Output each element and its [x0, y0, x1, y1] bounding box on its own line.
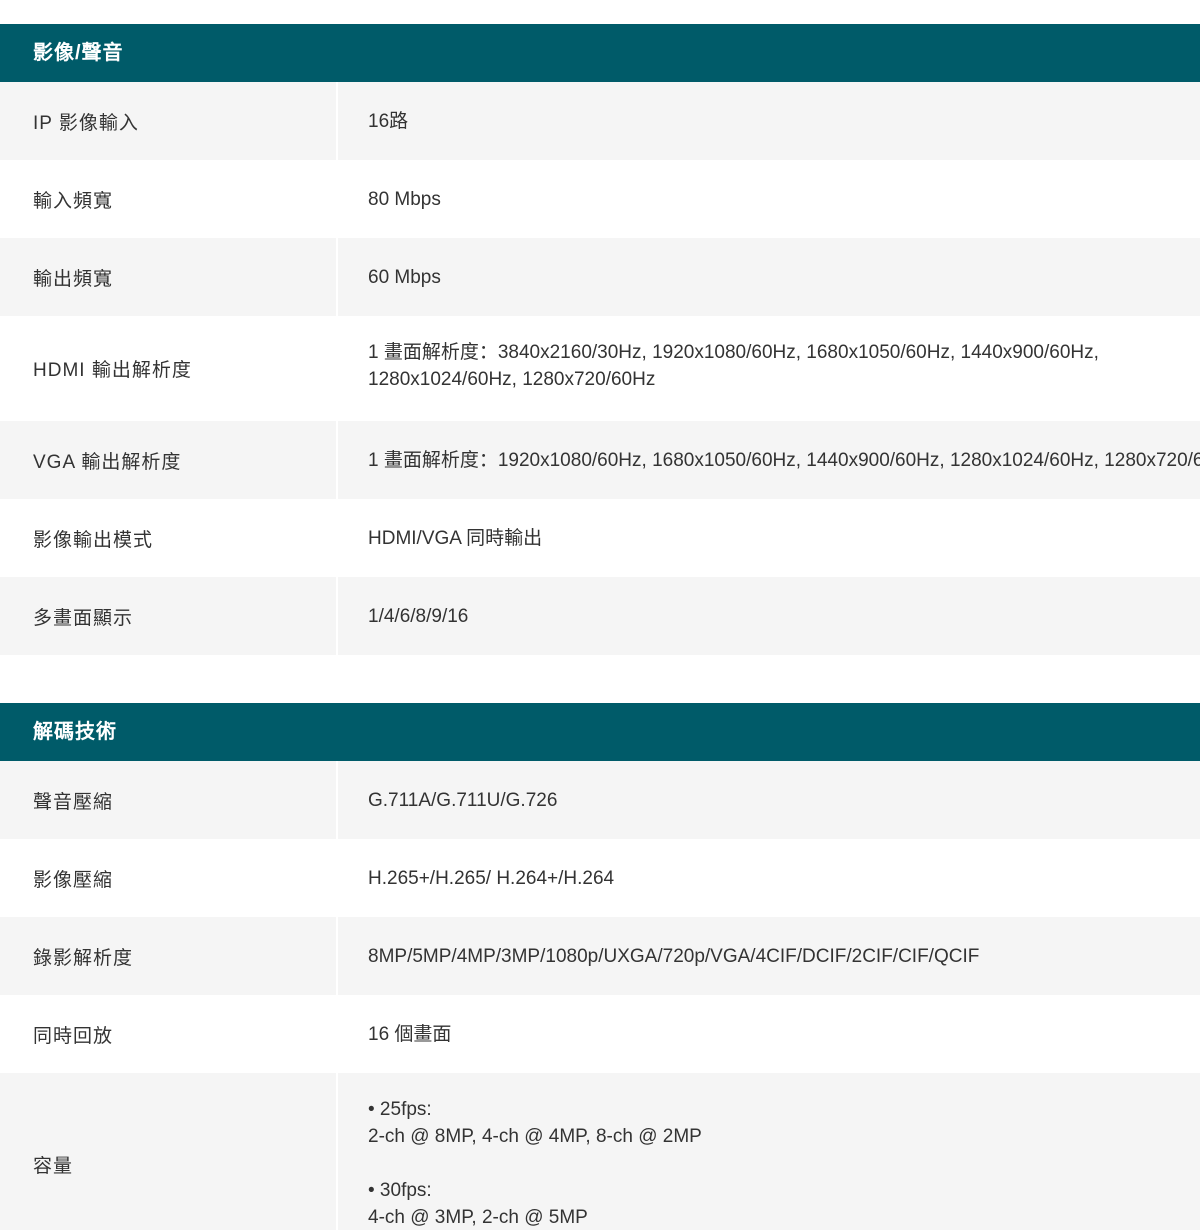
spec-label: 聲音壓縮 [0, 761, 336, 839]
spec-value: 8MP/5MP/4MP/3MP/1080p/UXGA/720p/VGA/4CIF… [338, 917, 1200, 995]
capacity-heading: • 25fps: [368, 1099, 432, 1120]
spec-row: 多畫面顯示 1/4/6/8/9/16 [0, 577, 1200, 655]
spec-label: 輸入頻寬 [0, 160, 336, 238]
spec-row: 同時回放 16 個畫面 [0, 995, 1200, 1073]
spec-page: 影像/聲音 IP 影像輸入 16路 輸入頻寬 80 Mbps 輸出頻寬 60 M… [0, 0, 1200, 1230]
spec-row: 輸出頻寬 60 Mbps [0, 238, 1200, 316]
spec-label: VGA 輸出解析度 [0, 421, 336, 499]
spec-value: 1/4/6/8/9/16 [338, 577, 1200, 655]
spec-row: 聲音壓縮 G.711A/G.711U/G.726 [0, 761, 1200, 839]
spec-value: 80 Mbps [338, 160, 1200, 238]
spec-value: HDMI/VGA 同時輸出 [338, 499, 1200, 577]
spec-row: IP 影像輸入 16路 [0, 82, 1200, 160]
spec-label: 多畫面顯示 [0, 577, 336, 655]
spec-label: 輸出頻寬 [0, 238, 336, 316]
spec-value: G.711A/G.711U/G.726 [338, 761, 1200, 839]
spec-row: 容量 • 25fps: 2-ch @ 8MP, 4-ch @ 4MP, 8-ch… [0, 1073, 1200, 1230]
spec-label: 影像壓縮 [0, 839, 336, 917]
spec-label: 同時回放 [0, 995, 336, 1073]
spec-label: 影像輸出模式 [0, 499, 336, 577]
spec-value: 60 Mbps [338, 238, 1200, 316]
spec-row: 影像輸出模式 HDMI/VGA 同時輸出 [0, 499, 1200, 577]
capacity-detail: 4-ch @ 3MP, 2-ch @ 5MP [368, 1207, 588, 1228]
section-header: 影像/聲音 [0, 24, 1200, 82]
spec-row: 輸入頻寬 80 Mbps [0, 160, 1200, 238]
spec-row: 錄影解析度 8MP/5MP/4MP/3MP/1080p/UXGA/720p/VG… [0, 917, 1200, 995]
spec-row: VGA 輸出解析度 1 畫面解析度：1920x1080/60Hz, 1680x1… [0, 421, 1200, 499]
spec-value: 1 畫面解析度：3840x2160/30Hz, 1920x1080/60Hz, … [338, 316, 1200, 421]
spec-label: IP 影像輸入 [0, 82, 336, 160]
capacity-heading: • 30fps: [368, 1180, 432, 1201]
spec-value: H.265+/H.265/ H.264+/H.264 [338, 839, 1200, 917]
section-header: 解碼技術 [0, 703, 1200, 761]
spec-value: 1 畫面解析度：1920x1080/60Hz, 1680x1050/60Hz, … [338, 421, 1200, 499]
spec-section-decoding: 解碼技術 聲音壓縮 G.711A/G.711U/G.726 影像壓縮 H.265… [0, 703, 1200, 1230]
spec-label: 容量 [0, 1073, 336, 1230]
spec-section-video-audio: 影像/聲音 IP 影像輸入 16路 輸入頻寬 80 Mbps 輸出頻寬 60 M… [0, 24, 1200, 655]
spec-label: 錄影解析度 [0, 917, 336, 995]
spec-row: HDMI 輸出解析度 1 畫面解析度：3840x2160/30Hz, 1920x… [0, 316, 1200, 421]
spec-label: HDMI 輸出解析度 [0, 316, 336, 421]
spec-row: 影像壓縮 H.265+/H.265/ H.264+/H.264 [0, 839, 1200, 917]
capacity-value: • 25fps: 2-ch @ 8MP, 4-ch @ 4MP, 8-ch @ … [338, 1073, 1200, 1230]
capacity-detail: 2-ch @ 8MP, 4-ch @ 4MP, 8-ch @ 2MP [368, 1126, 702, 1147]
spec-value: 16 個畫面 [338, 995, 1200, 1073]
spec-value: 16路 [338, 82, 1200, 160]
